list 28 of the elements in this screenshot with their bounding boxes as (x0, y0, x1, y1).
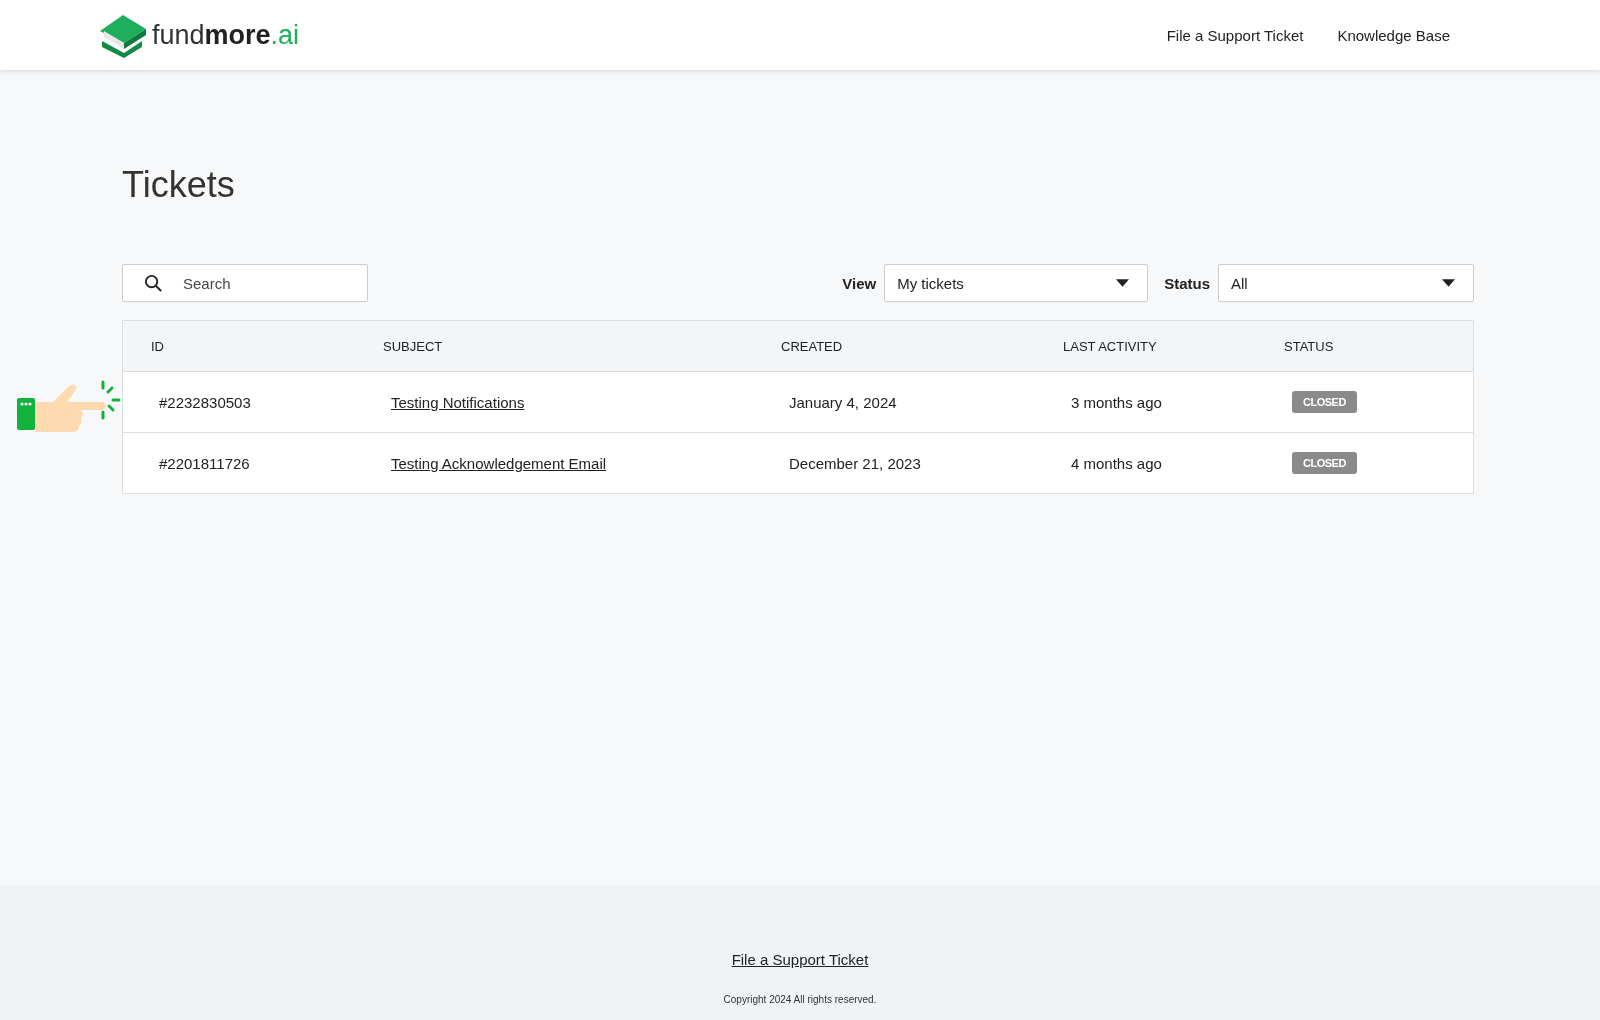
caret-icon (1116, 279, 1130, 287)
column-header: LAST ACTIVITY (1063, 338, 1158, 354)
column-header: STATUS (1284, 338, 1335, 354)
table-cell-text: 4 months ago (1071, 454, 1163, 472)
table-cell-text: January 4, 2024 (789, 393, 898, 411)
status-badge: CLOSED (1292, 452, 1357, 474)
dropdown[interactable]: My tickets (884, 264, 1149, 302)
caret-icon (1442, 279, 1455, 287)
table-cell-text: #2201811726 (159, 454, 251, 472)
column-header: ID (151, 338, 165, 354)
copyright-text: Copyright 2024 All rights reserved. (723, 994, 877, 1005)
support-ticket-link[interactable]: File a Support Ticket (731, 951, 869, 968)
table-cell-text: December 21, 2023 (789, 454, 922, 472)
column-header: SUBJECT (383, 338, 444, 354)
search-field[interactable]: Search (122, 264, 368, 302)
page-title: Tickets (122, 164, 236, 206)
table-cell-text: 3 months ago (1071, 393, 1163, 411)
ticket-link[interactable]: Testing Notifications (391, 393, 525, 411)
table-cell-text: #2232830503 (159, 393, 252, 411)
ticket-link[interactable]: Testing Acknowledgement Email (391, 454, 607, 472)
nav-link[interactable]: File a Support Ticket (1166, 26, 1304, 44)
dropdown[interactable]: All (1218, 264, 1474, 302)
filter-label: Status (1164, 274, 1210, 292)
nav-link[interactable]: Knowledge Base (1337, 26, 1450, 44)
column-header: CREATED (781, 338, 844, 354)
status-badge: CLOSED (1292, 391, 1357, 413)
logo-text[interactable]: fundmore.ai (152, 19, 300, 51)
filter-label: View (842, 274, 877, 292)
